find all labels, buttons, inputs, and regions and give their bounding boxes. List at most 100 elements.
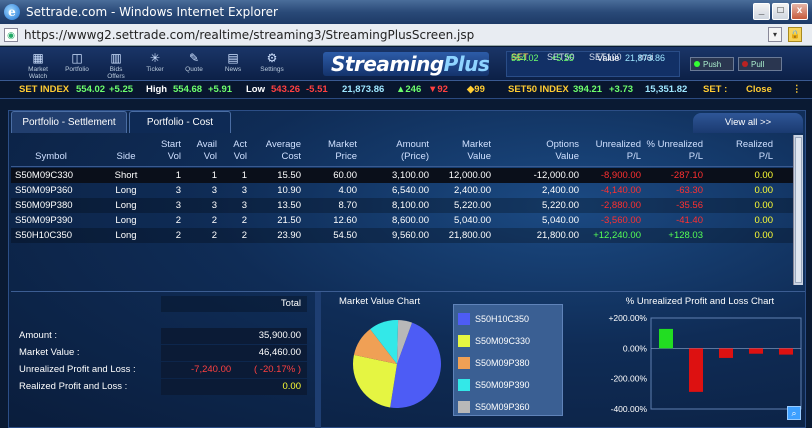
table-row[interactable]: S50M09P380 Long 3 3 3 13.50 8.70 8,100.00 5,220.… — [11, 198, 793, 213]
legend-swatch — [458, 335, 470, 347]
legend-label: S50M09P380 — [475, 358, 530, 368]
nav-settings[interactable]: ⚙ Settings — [256, 50, 288, 78]
nav-label: News — [224, 66, 242, 73]
cell-avail-vol: 2 — [211, 215, 217, 226]
nav-label: Market Watch — [28, 66, 48, 80]
bar-s50m09c330 — [689, 348, 703, 392]
bar-s50m09p380 — [749, 348, 763, 354]
summary-mv-value: 46,460.00 — [258, 347, 301, 358]
legend-item: S50H10C350 — [458, 309, 529, 329]
cell-mkt-value: 5,040.00 — [454, 215, 491, 226]
cell-side: Long — [115, 185, 137, 196]
cell-real: 0.00 — [754, 230, 774, 241]
col-header-line1 — [11, 139, 91, 151]
cell-unreal: -8,900.00 — [600, 170, 641, 181]
summary-amount-value: 35,900.00 — [258, 330, 301, 341]
cell-start-vol: 2 — [175, 215, 181, 226]
portfolio-icon: ◫ — [71, 51, 83, 65]
cell-act-vol: 2 — [241, 230, 247, 241]
pull-button[interactable]: Pull — [738, 57, 782, 71]
summary-upl-percent: ( -20.17% ) — [254, 364, 301, 375]
col-header-avail-vol[interactable]: Avail Vol — [181, 139, 217, 163]
cell-symbol: S50M09P360 — [15, 185, 73, 196]
col-header-mkt-value[interactable]: Market Value — [429, 139, 491, 163]
ticker-value: 21,873.86 — [342, 84, 385, 95]
col-header-mkt-price[interactable]: Market Price — [301, 139, 357, 163]
col-header-opt-value[interactable]: Options Value — [491, 139, 579, 163]
col-header-real[interactable]: Realized P/L — [703, 139, 773, 163]
col-header-unreal[interactable]: Unrealized P/L — [579, 139, 641, 163]
main-nav: ▦ Market Watch ◫ Portfolio ▥ Bids Offers ✳ Tick… — [22, 50, 288, 80]
index-ticker: SET INDEX 554.02 +5.25 High 554.68 +5.91… — [0, 81, 812, 99]
cell-amount: 3,100.00 — [392, 170, 429, 181]
minimize-button[interactable]: _ — [753, 3, 770, 20]
portfolio-summary-section: Total Amount : 35,900.00 Market Value : … — [11, 291, 805, 428]
cell-pct-unreal: -41.40 — [676, 215, 703, 226]
address-bar: ◉ https://wwwg2.settrade.com/realtime/st… — [0, 24, 812, 46]
ticker-set50-label: SET50 INDEX — [508, 84, 569, 95]
window-title: Settrade.com - Windows Internet Explorer — [26, 5, 278, 19]
cell-opt-value: 5,220.00 — [542, 200, 579, 211]
portfolio-panel: Portfolio - Settlement Portfolio - Cost … — [8, 110, 806, 428]
cell-mkt-price: 8.70 — [338, 200, 358, 211]
table-row[interactable]: S50H10C350 Long 2 2 2 23.90 54.50 9,560.00 21,80… — [11, 228, 793, 243]
address-dropdown-button[interactable]: ▾ — [768, 27, 782, 42]
zoom-chart-icon[interactable]: ⌕ — [787, 406, 801, 420]
nav-news[interactable]: ▤ News — [217, 50, 249, 78]
cell-unreal: -2,880.00 — [600, 200, 641, 211]
tab-portfolio-settlement[interactable]: Portfolio - Settlement — [11, 111, 127, 133]
cell-real: 0.00 — [754, 200, 774, 211]
col-header-side[interactable]: Side — [107, 139, 145, 163]
y-tick-label: 0.00% — [623, 343, 648, 353]
col-header-line1: Unrealized — [595, 139, 641, 150]
nav-portfolio[interactable]: ◫ Portfolio — [61, 50, 93, 78]
summary-row-realized: Realized Profit and Loss : 0.00 — [11, 379, 307, 395]
col-header-amount[interactable]: Amount (Price) — [357, 139, 429, 163]
cell-symbol: S50M09C330 — [15, 170, 74, 181]
summary-row-unrealized: Unrealized Profit and Loss : -7,240.00 (… — [11, 362, 307, 378]
cell-pct-unreal: +128.03 — [668, 230, 703, 241]
scrollbar-thumb[interactable] — [795, 137, 802, 283]
nav-quote[interactable]: ✎ Quote — [178, 50, 210, 78]
market-value-chart: Market Value Chart S50H10C350 S50M09C330 S… — [323, 292, 593, 428]
bar-s50h10c350 — [659, 328, 673, 349]
nav-grid[interactable]: ▦ Market Watch — [22, 50, 54, 80]
col-header-line1: Amount — [396, 139, 429, 150]
legend-label: S50M09P360 — [475, 402, 530, 412]
tab-portfolio-cost[interactable]: Portfolio - Cost — [129, 111, 231, 133]
lock-icon[interactable]: 🔒 — [788, 27, 802, 42]
cell-symbol: S50M09P380 — [15, 200, 73, 211]
view-all-button[interactable]: View all >> — [693, 113, 803, 133]
ticker-more-icon[interactable]: ⋮ — [792, 84, 802, 95]
value-amount: 21,873.86 — [625, 53, 666, 63]
cell-avail-vol: 3 — [211, 185, 217, 196]
cell-symbol: S50M09P390 — [15, 215, 73, 226]
col-header-act-vol[interactable]: Act Vol — [217, 139, 247, 163]
close-button[interactable]: x — [791, 3, 808, 20]
push-button[interactable]: Push — [690, 57, 734, 71]
url-field[interactable]: https://wwwg2.settrade.com/realtime/stre… — [24, 28, 474, 42]
cell-mkt-value: 2,400.00 — [454, 185, 491, 196]
col-header-pct-unreal[interactable]: % Unrealized P/L — [641, 139, 704, 163]
cell-side: Short — [114, 170, 138, 181]
cell-mkt-price: 54.50 — [333, 230, 357, 241]
bar-s50m09p360 — [719, 348, 733, 358]
table-row[interactable]: S50M09C330 Short 1 1 1 15.50 60.00 3,100.00 12,0… — [11, 168, 793, 183]
col-header-start-vol[interactable]: Start Vol — [145, 139, 181, 163]
y-tick-label: -400.00% — [611, 404, 648, 414]
nav-label: Ticker — [146, 66, 164, 73]
cell-start-vol: 2 — [175, 230, 181, 241]
table-row[interactable]: S50M09P360 Long 3 3 3 10.90 4.00 6,540.00 2,400.… — [11, 183, 793, 198]
maximize-button[interactable]: □ — [772, 3, 789, 20]
cell-mkt-price: 12.60 — [333, 215, 357, 226]
legend-item: S50M09P380 — [458, 353, 530, 373]
nav-ticker[interactable]: ✳ Ticker — [139, 50, 171, 78]
cell-act-vol: 3 — [241, 200, 247, 211]
col-header-avg-cost[interactable]: Average Cost — [247, 139, 301, 163]
nav-bids-offers[interactable]: ▥ Bids Offers — [100, 50, 132, 80]
table-row[interactable]: S50M09P390 Long 2 2 2 21.50 12.60 8,600.00 5,040… — [11, 213, 793, 228]
col-header-symbol[interactable]: Symbol — [11, 139, 91, 163]
cell-unreal: -4,140.00 — [600, 185, 641, 196]
table-scrollbar[interactable] — [793, 135, 803, 285]
summary-total-header: Total — [161, 296, 307, 312]
